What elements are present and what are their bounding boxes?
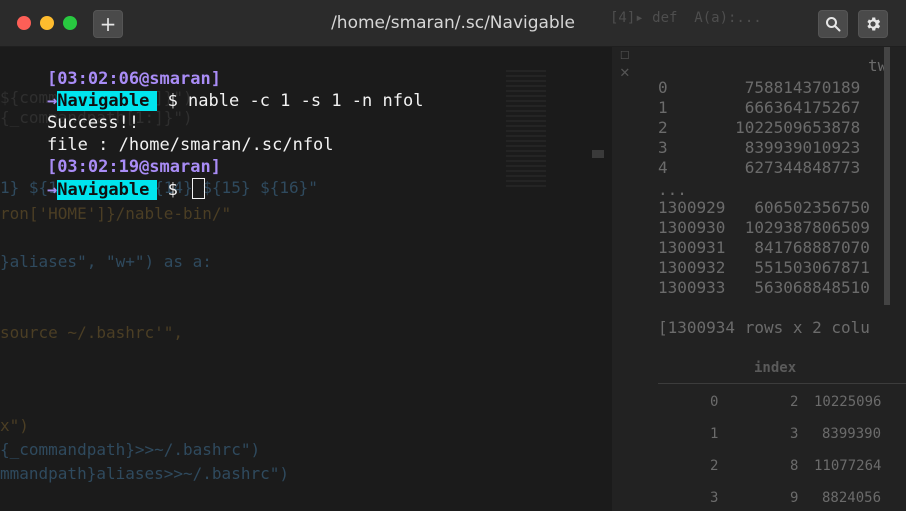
window-title: /home/smaran/.sc/Navigable	[331, 13, 575, 33]
bg-df-idx: 1300933	[658, 278, 726, 297]
bg-table-cell: 3	[710, 490, 719, 506]
bg-df-ellipsis: ...	[658, 180, 687, 199]
settings-button[interactable]	[858, 10, 888, 38]
terminal-line: →Navigable $ nable -c 1 -s 1 -n nfol	[6, 68, 906, 111]
bg-table-cell: 1	[710, 426, 719, 442]
bg-df-idx: 1300932	[658, 258, 726, 277]
bg-df-row: 1300933 563068848510	[658, 278, 870, 297]
bg-code-line: {_commandpath}>>~/.bashrc")	[0, 440, 261, 459]
bg-df-shape: [1300934 rows x 2 colu	[658, 318, 870, 337]
terminal-line: file : /home/smaran/.sc/nfol	[6, 112, 906, 155]
bg-table-cell: 11077264	[814, 458, 882, 474]
bg-df-idx: 1300931	[658, 238, 726, 257]
gear-icon	[867, 17, 881, 31]
bg-table-cell: 10225096	[814, 394, 882, 410]
bg-table-cell: 2	[790, 394, 799, 410]
search-button[interactable]	[818, 10, 848, 38]
bg-df-idx: 1300930	[658, 218, 726, 237]
bg-df-idx: 1300929	[658, 198, 726, 217]
text-cursor[interactable]	[192, 178, 206, 199]
bg-df-val: 841768887070	[754, 238, 870, 257]
bg-table-cell: 2	[710, 458, 719, 474]
bg-df-row: 1300930 1029387806509	[658, 218, 870, 237]
bg-table-header: index	[754, 360, 797, 376]
terminal-header-bar: + [4]▸ def A(a):... /home/smaran/.sc/Nav…	[0, 0, 906, 47]
bg-df-val: 606502356750	[754, 198, 870, 217]
bg-code-line: source ~/.bashrc'",	[0, 323, 184, 342]
bg-table-cell: 0	[710, 394, 719, 410]
bg-table-cell: 9	[790, 490, 799, 506]
bg-table-cell: 8	[790, 458, 799, 474]
bg-code-line: x")	[0, 416, 29, 435]
bg-table-cell: 8824056	[822, 490, 882, 506]
terminal-line: Success!!	[6, 90, 906, 133]
bg-table-cell: 8399390	[822, 426, 882, 442]
prompt-directory-badge: Navigable	[57, 180, 158, 200]
bg-df-val: 1029387806509	[744, 218, 870, 237]
bg-code-line: mmandpath}aliases>>~/.bashrc")	[0, 464, 289, 483]
bg-df-row: 1300929 606502356750	[658, 198, 870, 217]
bg-df-row: 1300932 551503067871	[658, 258, 870, 277]
bg-df-val: 563068848510	[754, 278, 870, 297]
bg-table-rule	[658, 383, 906, 384]
prompt-arrow: →	[46, 180, 58, 200]
terminal-line: [03:02:19@smaran]	[6, 134, 906, 177]
bg-df-row: 1300931 841768887070	[658, 238, 870, 257]
search-icon	[826, 17, 841, 32]
terminal-output[interactable]: [03:02:06@smaran] →Navigable $ nable -c …	[6, 46, 906, 200]
bg-code-line: }aliases", "w+") as a:	[0, 252, 212, 271]
terminal-line: →Navigable $	[6, 156, 906, 200]
bg-df-val: 551503067871	[754, 258, 870, 277]
terminal-line: [03:02:06@smaran]	[6, 46, 906, 89]
bg-code-line: ron['HOME']}/nable-bin/"	[0, 204, 232, 223]
bg-table-cell: 3	[790, 426, 799, 442]
prompt-symbol: $	[157, 180, 189, 200]
